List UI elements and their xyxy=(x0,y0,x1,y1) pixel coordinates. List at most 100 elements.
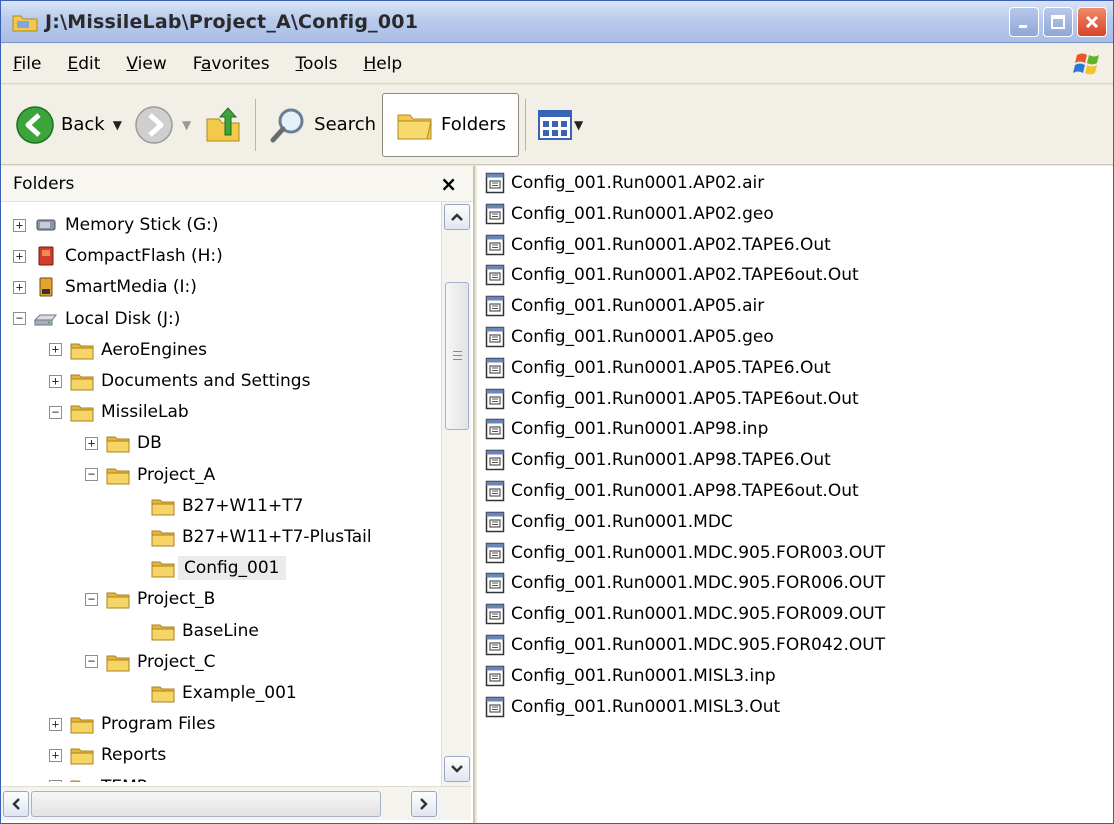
search-button[interactable]: Search xyxy=(262,95,382,155)
expand-icon[interactable]: + xyxy=(85,436,98,450)
file-item[interactable]: Config_001.Run0001.MDC.905.FOR003.OUT xyxy=(485,538,885,568)
folder-icon xyxy=(151,686,175,703)
collapse-icon[interactable]: − xyxy=(85,468,98,482)
tree-item[interactable]: + Memory Stick (G:) xyxy=(13,210,218,240)
expand-icon[interactable]: + xyxy=(49,374,62,388)
tree-item[interactable]: − Project_C xyxy=(85,647,216,677)
tree-item[interactable]: + SmartMedia (I:) xyxy=(13,272,197,302)
menu-view[interactable]: View xyxy=(126,54,166,74)
file-item[interactable]: Config_001.Run0001.MDC.905.FOR042.OUT xyxy=(485,630,885,660)
scroll-right-button[interactable] xyxy=(411,791,437,817)
file-item[interactable]: Config_001.Run0001.MDC xyxy=(485,507,733,537)
file-item[interactable]: Config_001.Run0001.AP05.air xyxy=(485,291,764,321)
tree-item[interactable]: + CompactFlash (H:) xyxy=(13,241,223,271)
menu-favorites[interactable]: Favorites xyxy=(193,54,270,74)
file-item[interactable]: Config_001.Run0001.MDC.905.FOR006.OUT xyxy=(485,568,885,598)
tree-item[interactable]: B27+W11+T7 xyxy=(151,491,303,521)
minimize-icon xyxy=(1019,25,1027,28)
tree-item[interactable]: − Project_B xyxy=(85,584,215,614)
back-dropdown-icon[interactable]: ▼ xyxy=(113,118,122,132)
menu-help-label: elp xyxy=(376,53,403,74)
tree-item[interactable]: + Reports xyxy=(49,740,166,770)
tree-item-label: Memory Stick (G:) xyxy=(65,215,219,235)
file-item[interactable]: Config_001.Run0001.AP05.TAPE6.Out xyxy=(485,353,831,383)
tree-item[interactable]: + TEMP xyxy=(49,772,147,782)
window-controls xyxy=(1009,7,1107,37)
scroll-up-button[interactable] xyxy=(444,204,470,230)
tree-item[interactable]: + AeroEngines xyxy=(49,335,207,365)
file-item[interactable]: Config_001.Run0001.MISL3.inp xyxy=(485,661,776,691)
file-name: Config_001.Run0001.AP05.TAPE6out.Out xyxy=(511,388,859,409)
chevron-down-icon xyxy=(451,765,463,773)
file-item[interactable]: Config_001.Run0001.AP05.geo xyxy=(485,322,774,352)
menu-file[interactable]: File xyxy=(13,54,41,74)
menu-edit[interactable]: Edit xyxy=(67,54,100,74)
document-icon xyxy=(485,234,505,255)
close-pane-icon[interactable]: × xyxy=(440,172,457,196)
tree-item[interactable]: + Documents and Settings xyxy=(49,366,310,396)
tree-item[interactable]: − Local Disk (J:) xyxy=(13,304,180,334)
up-folder-button[interactable] xyxy=(197,95,249,155)
collapse-icon[interactable]: − xyxy=(85,655,98,669)
expand-icon[interactable]: + xyxy=(49,717,62,731)
tree-item[interactable]: + DB xyxy=(85,428,162,458)
maximize-button[interactable] xyxy=(1043,7,1073,37)
tree-item[interactable]: − MissileLab xyxy=(49,397,189,427)
file-item[interactable]: Config_001.Run0001.AP98.inp xyxy=(485,414,768,444)
file-item[interactable]: Config_001.Run0001.AP02.TAPE6.Out xyxy=(485,230,831,260)
minimize-button[interactable] xyxy=(1009,7,1039,37)
file-item[interactable]: Config_001.Run0001.AP98.TAPE6out.Out xyxy=(485,476,859,506)
tree-item[interactable]: B27+W11+T7-PlusTail xyxy=(151,522,372,552)
tree-item[interactable]: − Project_A xyxy=(85,460,215,490)
folders-button[interactable]: Folders xyxy=(382,92,520,157)
file-name: Config_001.Run0001.MDC.905.FOR006.OUT xyxy=(511,573,886,594)
collapse-icon[interactable]: − xyxy=(85,592,98,606)
expand-icon[interactable]: + xyxy=(49,343,62,357)
search-label: Search xyxy=(314,114,377,135)
tree-item[interactable]: Config_001 xyxy=(151,553,286,583)
forward-dropdown-icon[interactable]: ▼ xyxy=(182,118,191,132)
tree-item[interactable]: BaseLine xyxy=(151,616,259,646)
vertical-scroll-thumb[interactable] xyxy=(445,282,469,430)
title-bar[interactable]: J:\MissileLab\Project_A\Config_001 xyxy=(1,1,1113,43)
tree-vertical-scrollbar[interactable] xyxy=(441,202,471,786)
scroll-left-button[interactable] xyxy=(3,791,29,817)
file-item[interactable]: Config_001.Run0001.MDC.905.FOR009.OUT xyxy=(485,599,885,629)
expand-icon[interactable]: + xyxy=(13,280,26,294)
document-icon xyxy=(485,603,505,625)
views-dropdown-icon[interactable]: ▼ xyxy=(574,118,583,132)
folder-icon xyxy=(70,343,94,360)
close-button[interactable] xyxy=(1077,7,1107,37)
expand-icon[interactable]: + xyxy=(13,218,26,232)
menu-favorites-label: vorites xyxy=(211,53,270,74)
expand-icon[interactable]: + xyxy=(49,780,62,782)
horizontal-scroll-thumb[interactable] xyxy=(31,791,381,817)
file-name: Config_001.Run0001.AP02.air xyxy=(511,173,765,193)
forward-button[interactable]: ▼ xyxy=(128,95,197,155)
scroll-down-button[interactable] xyxy=(444,756,470,782)
tree-horizontal-scrollbar[interactable] xyxy=(1,786,471,820)
file-item[interactable]: Config_001.Run0001.AP05.TAPE6out.Out xyxy=(485,384,859,414)
tree-item[interactable]: Example_001 xyxy=(151,678,297,708)
file-item[interactable]: Config_001.Run0001.AP98.TAPE6.Out xyxy=(485,445,831,475)
views-button[interactable]: ▼ xyxy=(532,95,589,155)
document-icon xyxy=(485,480,505,502)
file-name: Config_001.Run0001.MDC.905.FOR003.OUT xyxy=(511,542,886,563)
menu-help-accel: H xyxy=(363,53,377,74)
expand-icon[interactable]: + xyxy=(49,748,62,762)
file-item[interactable]: Config_001.Run0001.MISL3.Out xyxy=(485,692,780,722)
back-button[interactable]: Back ▼ xyxy=(9,95,128,155)
collapse-icon[interactable]: − xyxy=(13,312,26,326)
file-item[interactable]: Config_001.Run0001.AP02.air xyxy=(485,168,764,198)
menu-help[interactable]: Help xyxy=(363,54,402,74)
tree-item-label: DB xyxy=(137,433,162,454)
file-item[interactable]: Config_001.Run0001.AP02.geo xyxy=(485,199,774,229)
thumb-grip xyxy=(453,359,462,360)
file-item[interactable]: Config_001.Run0001.AP02.TAPE6out.Out xyxy=(485,260,859,290)
tree-item[interactable]: + Program Files xyxy=(49,709,215,739)
collapse-icon[interactable]: − xyxy=(49,405,62,419)
tree-item-label: Local Disk (J:) xyxy=(65,308,181,329)
forward-arrow-icon xyxy=(135,105,173,144)
menu-tools[interactable]: Tools xyxy=(296,54,338,74)
expand-icon[interactable]: + xyxy=(13,249,26,263)
